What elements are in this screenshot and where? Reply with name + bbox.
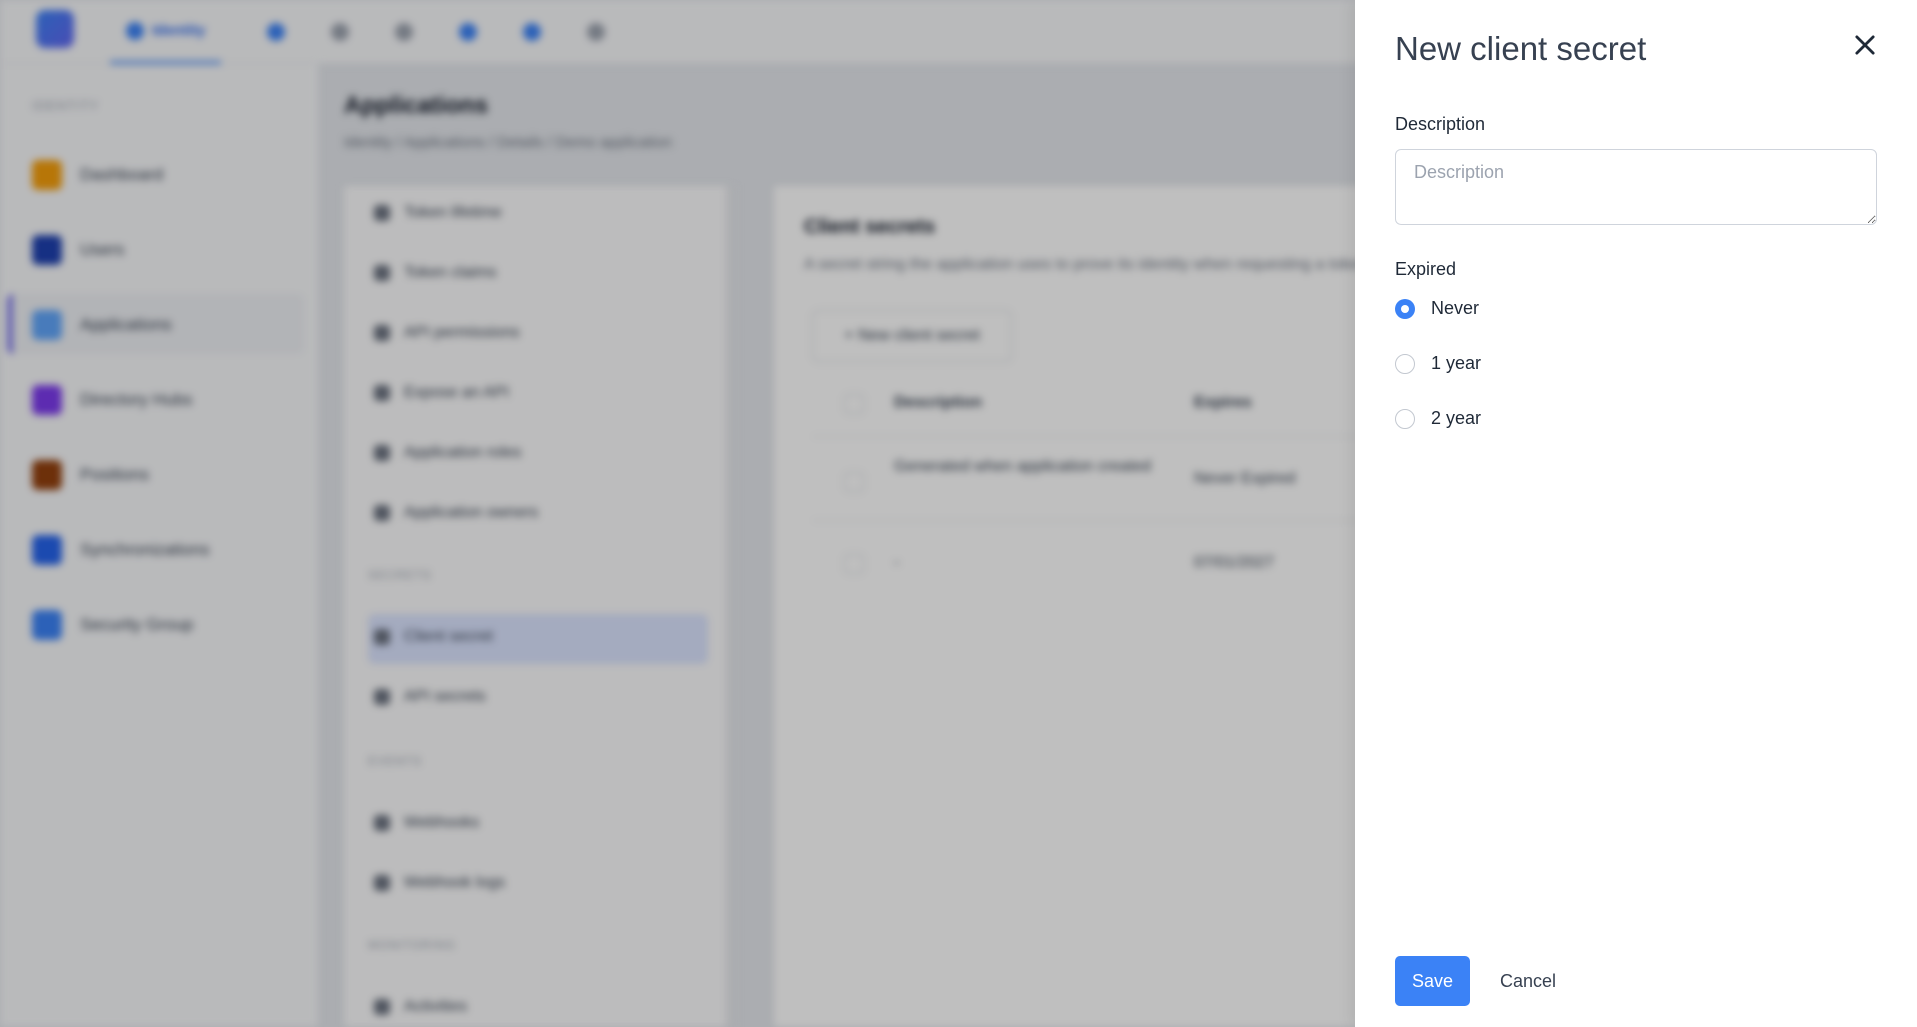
close-icon <box>1855 34 1875 55</box>
radio-label: 1 year <box>1431 353 1482 373</box>
radio-label: Never <box>1431 298 1480 318</box>
expiry-option-never[interactable]: Never <box>1395 298 1479 319</box>
expiry-option-1-year[interactable]: 1 year <box>1395 353 1481 374</box>
radio-2-year[interactable] <box>1395 408 1415 429</box>
close-button[interactable] <box>1847 28 1883 64</box>
save-button[interactable]: Save <box>1395 956 1470 1006</box>
cancel-button[interactable]: Cancel <box>1490 956 1566 1006</box>
expired-label: Expired <box>1395 259 1457 279</box>
radio-never[interactable] <box>1395 298 1415 319</box>
radio-1-year[interactable] <box>1395 353 1415 374</box>
description-label: Description <box>1395 114 1486 134</box>
drawer-title: New client secret <box>1395 30 1647 67</box>
new-client-secret-drawer: New client secret Description Expired Ne… <box>1355 0 1917 1027</box>
radio-label: 2 year <box>1431 408 1482 428</box>
expiry-option-2-year[interactable]: 2 year <box>1395 408 1481 429</box>
description-input[interactable] <box>1395 149 1877 225</box>
